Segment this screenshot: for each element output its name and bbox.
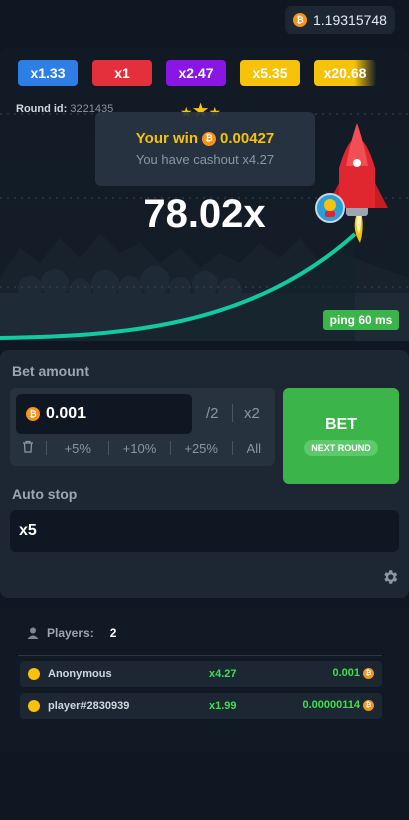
player-win-value: 0.00000114	[302, 699, 360, 711]
player-win: 0.001 ₿	[332, 667, 374, 679]
players-header: Players: 2	[27, 626, 116, 640]
avatar	[28, 700, 40, 712]
half-bet-button[interactable]: /2	[206, 405, 219, 422]
ping-badge: ping 60 ms	[323, 310, 399, 330]
plus-10-percent-button[interactable]: +10%	[109, 441, 170, 456]
bet-amount-value: 0.001	[46, 405, 87, 422]
player-name: Anonymous	[48, 668, 112, 680]
bitcoin-icon: ₿	[26, 407, 40, 421]
player-win: 0.00000114 ₿	[302, 699, 374, 711]
plus-5-percent-button[interactable]: +5%	[47, 441, 108, 456]
win-title: Your win ₿ 0.00427	[95, 130, 315, 147]
auto-stop-label: Auto stop	[12, 486, 78, 502]
win-title-label: Your win	[135, 130, 198, 147]
bitcoin-icon: ₿	[202, 131, 216, 146]
cashout-message: You have cashout x4.27	[135, 152, 275, 167]
avatar	[28, 668, 40, 680]
quick-bet-row: +5% +10% +25% All	[10, 440, 275, 456]
player-name: player#2830939	[48, 700, 130, 712]
player-win-value: 0.001	[332, 667, 360, 679]
player-row: player#2830939 x1.99 0.00000114 ₿	[20, 693, 382, 719]
auto-stop-value: x5	[19, 522, 37, 539]
bet-panel: Bet amount ₿ 0.001 /2 x2 +5% +10% +25% A…	[0, 350, 409, 598]
trash-icon[interactable]	[10, 440, 46, 456]
all-in-button[interactable]: All	[233, 441, 275, 456]
players-label: Players:	[47, 626, 94, 640]
players-panel: Players: 2 Anonymous x4.27 0.001 ₿ playe…	[0, 608, 409, 752]
bet-amount-input[interactable]: ₿ 0.001	[16, 394, 192, 434]
win-amount: 0.00427	[220, 130, 275, 147]
user-icon	[27, 627, 39, 639]
bet-amount-label: Bet amount	[12, 363, 89, 379]
bet-button[interactable]: BET NEXT ROUND	[283, 388, 399, 484]
bitcoin-icon: ₿	[363, 667, 374, 679]
divider	[232, 404, 233, 422]
balance-display[interactable]: ₿ 1.19315748	[285, 6, 395, 34]
plus-25-percent-button[interactable]: +25%	[171, 441, 232, 456]
divider	[18, 655, 382, 656]
player-multiplier: x1.99	[209, 700, 237, 712]
player-multiplier: x4.27	[209, 668, 237, 680]
bitcoin-icon: ₿	[363, 699, 374, 711]
bitcoin-icon: ₿	[293, 13, 307, 27]
next-round-badge: NEXT ROUND	[304, 440, 378, 456]
bet-button-label: BET	[325, 416, 357, 433]
balance-value: 1.19315748	[313, 12, 387, 28]
bet-input-group: ₿ 0.001 /2 x2 +5% +10% +25% All	[10, 388, 275, 466]
top-bar: ₿ 1.19315748	[0, 0, 409, 44]
double-bet-button[interactable]: x2	[244, 405, 260, 422]
auto-stop-input[interactable]: x5	[10, 510, 399, 552]
game-area: x1.33 x1 x2.47 x5.35 x20.68 Round id: 32…	[0, 48, 409, 341]
win-card: Your win ₿ 0.00427 You have cashout x4.2…	[95, 112, 315, 186]
gear-icon[interactable]	[381, 568, 399, 586]
current-multiplier: 78.02x	[143, 192, 266, 236]
player-row: Anonymous x4.27 0.001 ₿	[20, 661, 382, 687]
players-count: 2	[109, 626, 117, 640]
